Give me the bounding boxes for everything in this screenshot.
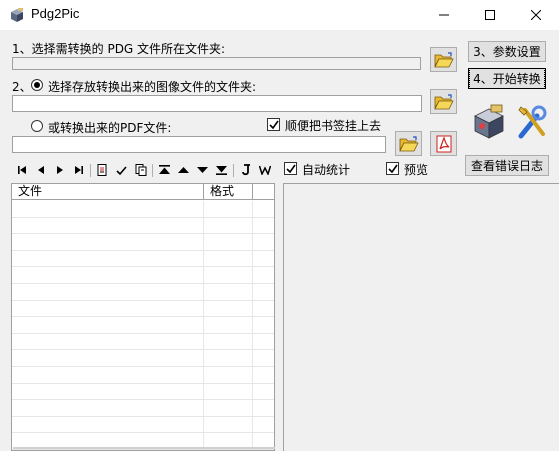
list-row-empty <box>12 416 274 434</box>
list-toolbar <box>12 162 274 178</box>
close-button[interactable] <box>513 0 559 30</box>
folder-open-icon <box>433 51 454 68</box>
minimize-button[interactable] <box>421 0 467 30</box>
pdf-output-radio[interactable] <box>31 120 43 132</box>
file-list-header: 文件 格式 <box>12 184 274 200</box>
step-1-number: 1、 <box>12 42 32 56</box>
j-icon[interactable] <box>236 162 255 178</box>
close-icon <box>531 10 541 20</box>
maximize-button[interactable] <box>467 0 513 30</box>
horizontal-scrollbar[interactable] <box>13 447 275 449</box>
maximize-icon <box>485 10 495 20</box>
list-row-empty <box>12 234 274 251</box>
first-icon[interactable] <box>12 162 31 178</box>
list-row-empty <box>12 366 274 384</box>
move-bottom-icon[interactable] <box>212 162 231 178</box>
file-list[interactable]: 文件 格式 <box>11 183 275 451</box>
check-icon[interactable] <box>112 162 131 178</box>
folder-open-icon <box>433 93 454 110</box>
folder-open-icon <box>398 135 419 152</box>
title-bar: Pdg2Pic <box>0 0 559 30</box>
pdf-icon <box>436 135 451 152</box>
file-list-rows <box>12 201 274 450</box>
list-row-empty <box>12 217 274 235</box>
auto-stats-label: 自动统计 <box>302 163 351 177</box>
last-icon[interactable] <box>69 162 88 178</box>
pdf-output-label: 或转换出来的PDF文件: <box>48 121 172 135</box>
image-folder-field[interactable] <box>12 95 422 112</box>
prev-icon[interactable] <box>31 162 50 178</box>
preview-checkbox[interactable] <box>386 162 399 175</box>
window-title: Pdg2Pic <box>31 6 80 21</box>
w-icon[interactable] <box>255 162 274 178</box>
start-convert-button[interactable]: 4、开始转换 <box>468 68 546 89</box>
package-icon[interactable] <box>472 104 506 140</box>
error-log-button[interactable]: 查看错误日志 <box>465 155 549 176</box>
pdf-output-field[interactable] <box>12 136 386 153</box>
list-row-empty <box>12 350 274 367</box>
checkmark-icon <box>388 164 398 174</box>
move-down-icon[interactable] <box>193 162 212 178</box>
source-folder-label: 1、选择需转换的 PDG 文件所在文件夹: <box>12 40 225 57</box>
toolbar-separator <box>233 163 234 177</box>
column-header-file[interactable]: 文件 <box>12 184 204 200</box>
list-row-empty <box>12 283 274 301</box>
list-row-empty <box>12 250 274 268</box>
checkmark-icon <box>269 120 279 130</box>
image-folder-step-number: 2、 <box>12 80 32 94</box>
list-row-empty <box>12 400 274 417</box>
checkmark-icon <box>286 164 296 174</box>
source-folder-label-text: 选择需转换的 PDG 文件所在文件夹: <box>31 42 226 56</box>
list-row-empty <box>12 333 274 351</box>
bookmark-checkbox[interactable] <box>267 118 280 131</box>
image-folder-radio[interactable] <box>31 79 43 91</box>
tools-icon[interactable] <box>515 104 549 140</box>
browse-pdf-button[interactable] <box>395 131 422 156</box>
list-row-empty <box>12 383 274 401</box>
pdf-button[interactable] <box>430 131 457 156</box>
column-header-format[interactable]: 格式 <box>204 184 253 200</box>
params-settings-label: 3、参数设置 <box>473 45 541 59</box>
next-icon[interactable] <box>50 162 69 178</box>
list-row-empty <box>12 317 274 334</box>
bookmark-label: 顺便把书签挂上去 <box>285 119 382 133</box>
toolbar-separator <box>152 163 153 177</box>
image-folder-label: 选择存放转换出来的图像文件的文件夹: <box>48 80 257 94</box>
page-icon[interactable] <box>93 162 112 178</box>
move-top-icon[interactable] <box>155 162 174 178</box>
list-row-empty <box>12 201 274 218</box>
browse-source-button[interactable] <box>430 47 457 72</box>
params-settings-button[interactable]: 3、参数设置 <box>468 41 546 62</box>
minimize-icon <box>439 14 449 16</box>
preview-panel <box>283 183 559 451</box>
source-folder-field[interactable] <box>12 57 421 70</box>
preview-label: 预览 <box>404 163 429 177</box>
error-log-label: 查看错误日志 <box>470 159 543 173</box>
auto-stats-checkbox[interactable] <box>284 162 297 175</box>
pdg2pic-app-icon <box>9 7 25 23</box>
copy-icon[interactable] <box>131 162 150 178</box>
list-row-empty <box>12 267 274 284</box>
start-convert-label: 4、开始转换 <box>469 68 545 89</box>
list-row-empty <box>12 300 274 318</box>
browse-image-folder-button[interactable] <box>430 89 457 114</box>
move-up-icon[interactable] <box>174 162 193 178</box>
toolbar-separator <box>90 163 91 177</box>
